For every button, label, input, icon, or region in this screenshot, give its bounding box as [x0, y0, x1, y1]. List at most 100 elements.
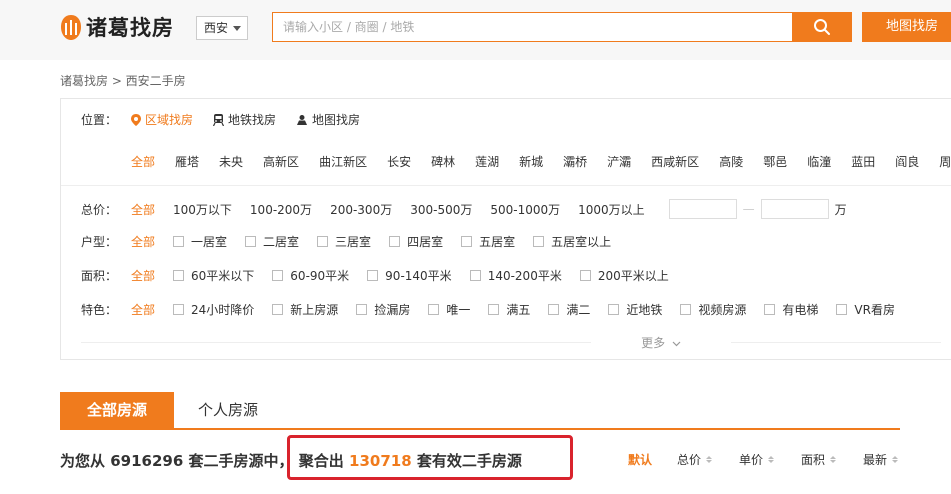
- district-item[interactable]: 高陵: [719, 153, 743, 170]
- feature-option[interactable]: 近地铁: [608, 301, 662, 318]
- feature-filter-row: 特色： 全部 24小时降价 新上房源 捡漏房 唯一 满五 满二 近地铁 视频房源…: [81, 301, 913, 318]
- type-option[interactable]: 四居室: [389, 233, 443, 250]
- area-option[interactable]: 200平米以上: [579, 267, 669, 284]
- feature-option[interactable]: 有电梯: [764, 301, 818, 318]
- site-logo[interactable]: 诸葛找房: [60, 12, 174, 42]
- district-item[interactable]: 全部: [131, 153, 155, 170]
- filter-panel: 位置： 区域找房 地铁找房 地图找房 全部 雁塔 未央 高新区 曲江新区 长安 …: [60, 98, 951, 360]
- feature-option[interactable]: 唯一: [428, 301, 470, 318]
- city-selector[interactable]: 西安: [196, 16, 248, 40]
- type-all[interactable]: 全部: [131, 233, 155, 250]
- type-option[interactable]: 五居室以上: [533, 233, 611, 250]
- feature-option[interactable]: 24小时降价: [173, 301, 254, 318]
- tab-map-search[interactable]: 地图找房: [296, 111, 360, 128]
- checkbox[interactable]: [317, 236, 329, 247]
- type-option[interactable]: 二居室: [245, 233, 299, 250]
- price-all[interactable]: 全部: [131, 201, 155, 218]
- checkbox[interactable]: [680, 304, 692, 315]
- feature-option[interactable]: 捡漏房: [356, 301, 410, 318]
- checkbox[interactable]: [764, 304, 776, 315]
- checkbox[interactable]: [173, 236, 185, 247]
- feature-option[interactable]: 视频房源: [680, 301, 746, 318]
- sort-total-price[interactable]: 总价: [677, 451, 713, 468]
- price-option[interactable]: 100-200万: [250, 201, 312, 218]
- checkbox[interactable]: [173, 270, 185, 281]
- district-item[interactable]: 曲江新区: [319, 153, 367, 170]
- tab-area-search[interactable]: 区域找房: [131, 111, 193, 128]
- checkbox[interactable]: [272, 304, 284, 315]
- district-item[interactable]: 高新区: [263, 153, 299, 170]
- price-option[interactable]: 500-1000万: [490, 201, 560, 218]
- more-label: 更多: [641, 336, 666, 350]
- feature-option-label: 满五: [506, 303, 531, 317]
- district-item[interactable]: 蓝田: [851, 153, 875, 170]
- more-filters-button[interactable]: 更多: [591, 334, 731, 351]
- type-option[interactable]: 三居室: [317, 233, 371, 250]
- tab-subway-search[interactable]: 地铁找房: [213, 111, 276, 128]
- tab-personal-listings[interactable]: 个人房源: [198, 392, 258, 428]
- feature-label: 特色：: [81, 303, 118, 317]
- feature-option[interactable]: 满五: [488, 301, 530, 318]
- area-option[interactable]: 60-90平米: [272, 267, 349, 284]
- feature-option[interactable]: 满二: [548, 301, 590, 318]
- feature-all[interactable]: 全部: [131, 301, 155, 318]
- checkbox[interactable]: [367, 270, 379, 281]
- type-option[interactable]: 一居室: [173, 233, 227, 250]
- area-option-label: 60平米以下: [191, 269, 255, 283]
- price-option[interactable]: 300-500万: [410, 201, 472, 218]
- district-item[interactable]: 周: [939, 153, 951, 170]
- feature-option[interactable]: 新上房源: [272, 301, 338, 318]
- area-option[interactable]: 90-140平米: [367, 267, 452, 284]
- area-filter-row: 面积： 全部 60平米以下 60-90平米 90-140平米 140-200平米…: [81, 267, 687, 284]
- feature-option[interactable]: VR看房: [836, 301, 895, 318]
- search-input[interactable]: [273, 13, 788, 41]
- search-button[interactable]: [792, 12, 852, 42]
- checkbox[interactable]: [389, 236, 401, 247]
- sort-unit-price[interactable]: 单价: [739, 451, 775, 468]
- area-option[interactable]: 60平米以下: [173, 267, 254, 284]
- top-header: 诸葛找房 西安 地图找房: [0, 0, 951, 60]
- district-item[interactable]: 长安: [387, 153, 411, 170]
- area-all[interactable]: 全部: [131, 267, 155, 284]
- district-item[interactable]: 碑林: [431, 153, 455, 170]
- area-option-label: 90-140平米: [385, 269, 452, 283]
- sort-arrows-icon: [830, 456, 837, 463]
- checkbox[interactable]: [533, 236, 545, 247]
- type-option-label: 二居室: [263, 235, 300, 249]
- checkbox[interactable]: [272, 270, 284, 281]
- district-item[interactable]: 未央: [219, 153, 243, 170]
- district-item[interactable]: 阎良: [895, 153, 919, 170]
- sort-area[interactable]: 面积: [801, 451, 837, 468]
- sort-default[interactable]: 默认: [628, 451, 652, 468]
- checkbox[interactable]: [356, 304, 368, 315]
- area-option[interactable]: 140-200平米: [469, 267, 562, 284]
- price-option[interactable]: 1000万以上: [578, 201, 645, 218]
- breadcrumb[interactable]: 诸葛找房 > 西安二手房: [60, 72, 186, 89]
- district-item[interactable]: 西咸新区: [651, 153, 699, 170]
- tab-all-listings[interactable]: 全部房源: [60, 392, 174, 428]
- district-item[interactable]: 雁塔: [175, 153, 199, 170]
- checkbox[interactable]: [608, 304, 620, 315]
- district-item[interactable]: 浐灞: [607, 153, 631, 170]
- checkbox[interactable]: [488, 304, 500, 315]
- type-option[interactable]: 五居室: [461, 233, 515, 250]
- checkbox[interactable]: [173, 304, 185, 315]
- district-item[interactable]: 莲湖: [475, 153, 499, 170]
- checkbox[interactable]: [428, 304, 440, 315]
- map-search-button[interactable]: 地图找房: [862, 12, 951, 42]
- district-item[interactable]: 鄠邑: [763, 153, 787, 170]
- price-min-input[interactable]: [668, 199, 737, 219]
- price-max-input[interactable]: [760, 199, 829, 219]
- sort-newest[interactable]: 最新: [863, 451, 899, 468]
- checkbox[interactable]: [469, 270, 481, 281]
- district-item[interactable]: 新城: [519, 153, 543, 170]
- price-option[interactable]: 200-300万: [330, 201, 392, 218]
- price-option[interactable]: 100万以下: [173, 201, 232, 218]
- checkbox[interactable]: [579, 270, 591, 281]
- district-item[interactable]: 灞桥: [563, 153, 587, 170]
- district-item[interactable]: 临潼: [807, 153, 831, 170]
- checkbox[interactable]: [836, 304, 848, 315]
- checkbox[interactable]: [548, 304, 560, 315]
- checkbox[interactable]: [245, 236, 257, 247]
- checkbox[interactable]: [461, 236, 473, 247]
